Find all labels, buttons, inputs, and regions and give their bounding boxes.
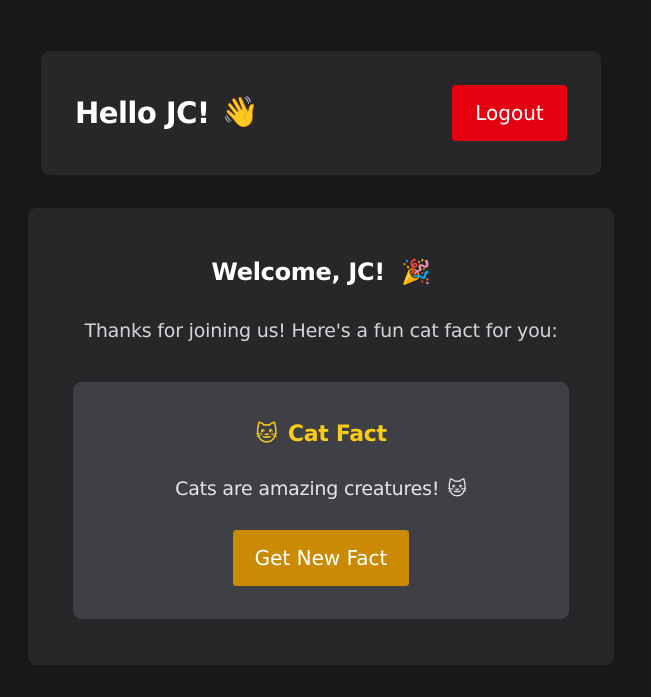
cat-face-icon: 🐱: [447, 478, 467, 500]
header-card: Hello JC! 👋 Logout: [41, 51, 601, 175]
logout-button[interactable]: Logout: [452, 85, 567, 141]
welcome-title: Welcome, JC! 🎉: [28, 258, 614, 287]
get-new-fact-button[interactable]: Get New Fact: [233, 530, 409, 586]
cat-fact-text: Cats are amazing creatures! 🐱: [73, 478, 569, 500]
cat-fact-body: Cats are amazing creatures!: [175, 478, 440, 500]
cat-face-icon: 🐱: [255, 422, 278, 447]
party-popper-icon: 🎉: [400, 258, 431, 286]
cat-fact-title-text: Cat Fact: [287, 422, 387, 447]
welcome-card: Welcome, JC! 🎉 Thanks for joining us! He…: [28, 208, 614, 665]
welcome-title-text: Welcome, JC!: [211, 258, 385, 286]
cat-fact-title: 🐱 Cat Fact: [73, 422, 569, 447]
page-title: Hello JC! 👋: [75, 96, 259, 130]
intro-text: Thanks for joining us! Here's a fun cat …: [84, 320, 558, 342]
greeting-text: Hello JC!: [75, 96, 210, 130]
wave-icon: 👋: [221, 95, 259, 130]
cat-fact-card: 🐱 Cat Fact Cats are amazing creatures! 🐱 G…: [73, 382, 569, 619]
